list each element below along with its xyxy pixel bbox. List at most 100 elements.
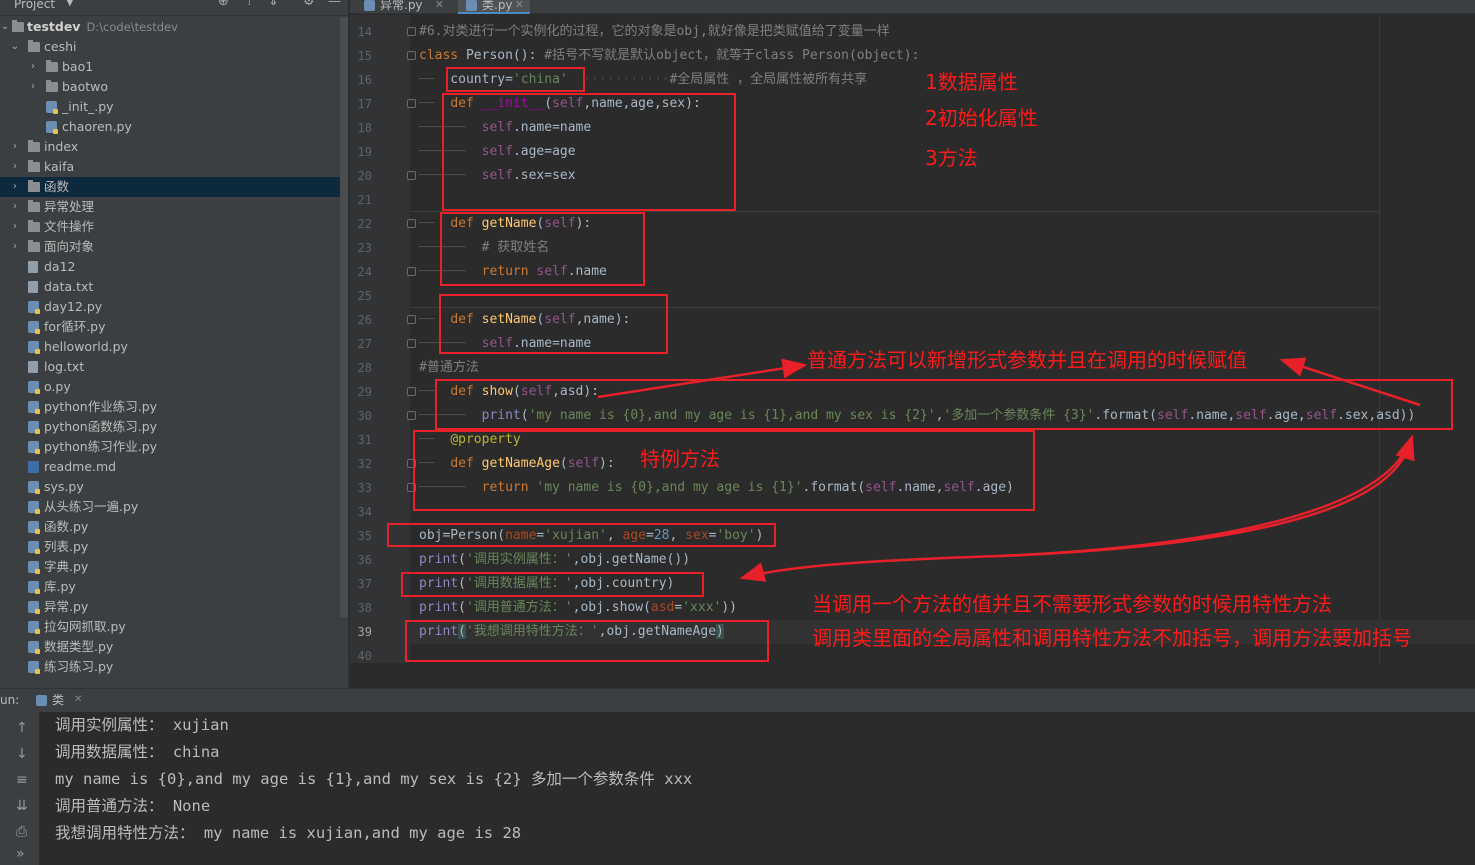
- tree-item-label: ceshi: [44, 39, 77, 54]
- tree-item-label: 库.py: [44, 579, 76, 594]
- chevron-right-icon[interactable]: ›: [28, 57, 38, 77]
- tree-item[interactable]: 函数.py: [0, 517, 340, 537]
- tree-item-label: log.txt: [44, 359, 85, 374]
- soft-wrap-icon[interactable]: ≡: [16, 772, 28, 788]
- tree-item-label: 面向对象: [44, 239, 95, 254]
- close-icon[interactable]: ✕: [515, 0, 524, 13]
- tree-item[interactable]: › 面向对象: [0, 237, 340, 257]
- run-label: un:: [0, 693, 20, 707]
- line-number: 40: [357, 649, 372, 663]
- annotation-box-country: [446, 67, 585, 92]
- tree-item-label: index: [44, 139, 79, 154]
- project-scrollbar[interactable]: [340, 17, 348, 617]
- project-panel: Project ▼ ⊕ ⇡ ⇕ ⚙ — ⌄ testdev D:\code\tes…: [0, 0, 349, 688]
- folder-icon: [28, 160, 40, 172]
- annotation-normal-method: 普通方法可以新增形式参数并且在调用的时候赋值: [807, 348, 1247, 372]
- line-number: 18: [357, 121, 372, 135]
- tab-lei[interactable]: 类.py ✕: [458, 0, 530, 14]
- chevron-right-icon[interactable]: ›: [10, 157, 20, 177]
- close-icon[interactable]: ✕: [74, 689, 82, 711]
- tree-item[interactable]: helloworld.py: [0, 337, 340, 357]
- chevron-right-icon[interactable]: ›: [10, 237, 20, 257]
- chevron-right-icon[interactable]: ›: [10, 137, 20, 157]
- close-icon[interactable]: ✕: [435, 0, 444, 13]
- run-tab-label[interactable]: 类: [52, 689, 64, 711]
- markdown-file-icon: [28, 461, 39, 473]
- tree-root[interactable]: ⌄ testdev D:\code\testdev: [0, 17, 340, 37]
- tree-item[interactable]: readme.md: [0, 457, 340, 477]
- tab-yichang[interactable]: 异常.py ✕: [356, 0, 450, 14]
- line-number: 26: [357, 313, 372, 327]
- tree-item[interactable]: 拉勾网抓取.py: [0, 617, 340, 637]
- chevron-right-icon[interactable]: ›: [10, 197, 20, 217]
- python-file-icon: [364, 0, 375, 11]
- line-number: 30: [357, 409, 372, 423]
- annotation-property-note: 当调用一个方法的值并且不需要形式参数的时候用特性方法: [812, 592, 1332, 616]
- tree-item[interactable]: › 文件操作: [0, 217, 340, 237]
- tree-item[interactable]: 库.py: [0, 577, 340, 597]
- print-icon[interactable]: ⎙: [16, 824, 27, 840]
- text-file-icon: [28, 261, 38, 273]
- tree-item[interactable]: chaoren.py: [0, 117, 340, 137]
- tree-item[interactable]: › kaifa: [0, 157, 340, 177]
- tree-item[interactable]: _init_.py: [0, 97, 340, 117]
- annotation-special-method: 特例方法: [640, 447, 720, 471]
- expand-icon[interactable]: ⇕: [268, 0, 279, 9]
- chevron-down-icon[interactable]: ⌄: [10, 37, 20, 57]
- chevron-right-icon[interactable]: ›: [10, 177, 20, 197]
- tree-item-label: 练习练习.py: [44, 659, 114, 674]
- tree-item[interactable]: › bao1: [0, 57, 340, 77]
- tree-item[interactable]: ⌄ ceshi: [0, 37, 340, 57]
- tree-item[interactable]: › 函数: [0, 177, 340, 197]
- line-number: 25: [357, 289, 372, 303]
- gear-icon[interactable]: ⚙: [303, 0, 315, 9]
- tree-item[interactable]: data.txt: [0, 277, 340, 297]
- tree-item[interactable]: python练习作业.py: [0, 437, 340, 457]
- python-file-icon: [28, 561, 40, 574]
- tree-item[interactable]: sys.py: [0, 477, 340, 497]
- tree-item[interactable]: 从头练习一遍.py: [0, 497, 340, 517]
- project-panel-title[interactable]: Project: [14, 0, 55, 11]
- tree-item[interactable]: log.txt: [0, 357, 340, 377]
- tree-item[interactable]: o.py: [0, 377, 340, 397]
- hide-icon[interactable]: —: [328, 0, 341, 9]
- chevron-right-icon[interactable]: ›: [10, 217, 20, 237]
- tree-item-label: kaifa: [44, 159, 75, 174]
- tree-item[interactable]: 数据类型.py: [0, 637, 340, 657]
- line-number: 23: [357, 241, 372, 255]
- tree-item[interactable]: › 异常处理: [0, 197, 340, 217]
- rerun-icon[interactable]: ↑: [16, 720, 28, 736]
- collapse-all-icon[interactable]: ⇡: [244, 0, 255, 9]
- more-icon[interactable]: »: [16, 846, 25, 862]
- scroll-to-end-icon[interactable]: ⇊: [16, 798, 28, 814]
- tree-item-label: helloworld.py: [44, 339, 128, 354]
- tree-item[interactable]: 列表.py: [0, 537, 340, 557]
- root-path: D:\code\testdev: [86, 20, 178, 34]
- chevron-right-icon[interactable]: ›: [28, 77, 38, 97]
- python-file-icon: [28, 521, 40, 534]
- dropdown-arrow-icon[interactable]: ▼: [66, 0, 74, 10]
- tree-item-label: 函数: [44, 179, 70, 194]
- tree-item[interactable]: python作业练习.py: [0, 397, 340, 417]
- tree-item[interactable]: da12: [0, 257, 340, 277]
- tree-item-label: 从头练习一遍.py: [44, 499, 139, 514]
- line-number: 28: [357, 361, 372, 375]
- locate-icon[interactable]: ⊕: [218, 0, 229, 9]
- python-file-icon: [46, 101, 58, 114]
- tree-item-label: data.txt: [44, 279, 94, 294]
- tree-item[interactable]: › baotwo: [0, 77, 340, 97]
- tree-item[interactable]: day12.py: [0, 297, 340, 317]
- tree-item[interactable]: 练习练习.py: [0, 657, 340, 677]
- tree-item[interactable]: for循环.py: [0, 317, 340, 337]
- scroll-down-icon[interactable]: ↓: [16, 746, 28, 762]
- tree-item[interactable]: › index: [0, 137, 340, 157]
- tree-item-label: 拉勾网抓取.py: [44, 619, 126, 634]
- code-line-14: #6.对类进行一个实例化的过程，它的对象是obj,就好像是把类赋值给了变量一样: [419, 24, 890, 39]
- code-line-15: class Person(): #括号不写就是默认object，就等于class…: [419, 48, 920, 63]
- tree-item[interactable]: 异常.py: [0, 597, 340, 617]
- chevron-down-icon[interactable]: ⌄: [0, 17, 10, 37]
- project-panel-header: Project ▼ ⊕ ⇡ ⇕ ⚙ —: [0, 0, 348, 16]
- tree-item[interactable]: python函数练习.py: [0, 417, 340, 437]
- tree-item[interactable]: 字典.py: [0, 557, 340, 577]
- tree-item-label: python作业练习.py: [44, 399, 158, 414]
